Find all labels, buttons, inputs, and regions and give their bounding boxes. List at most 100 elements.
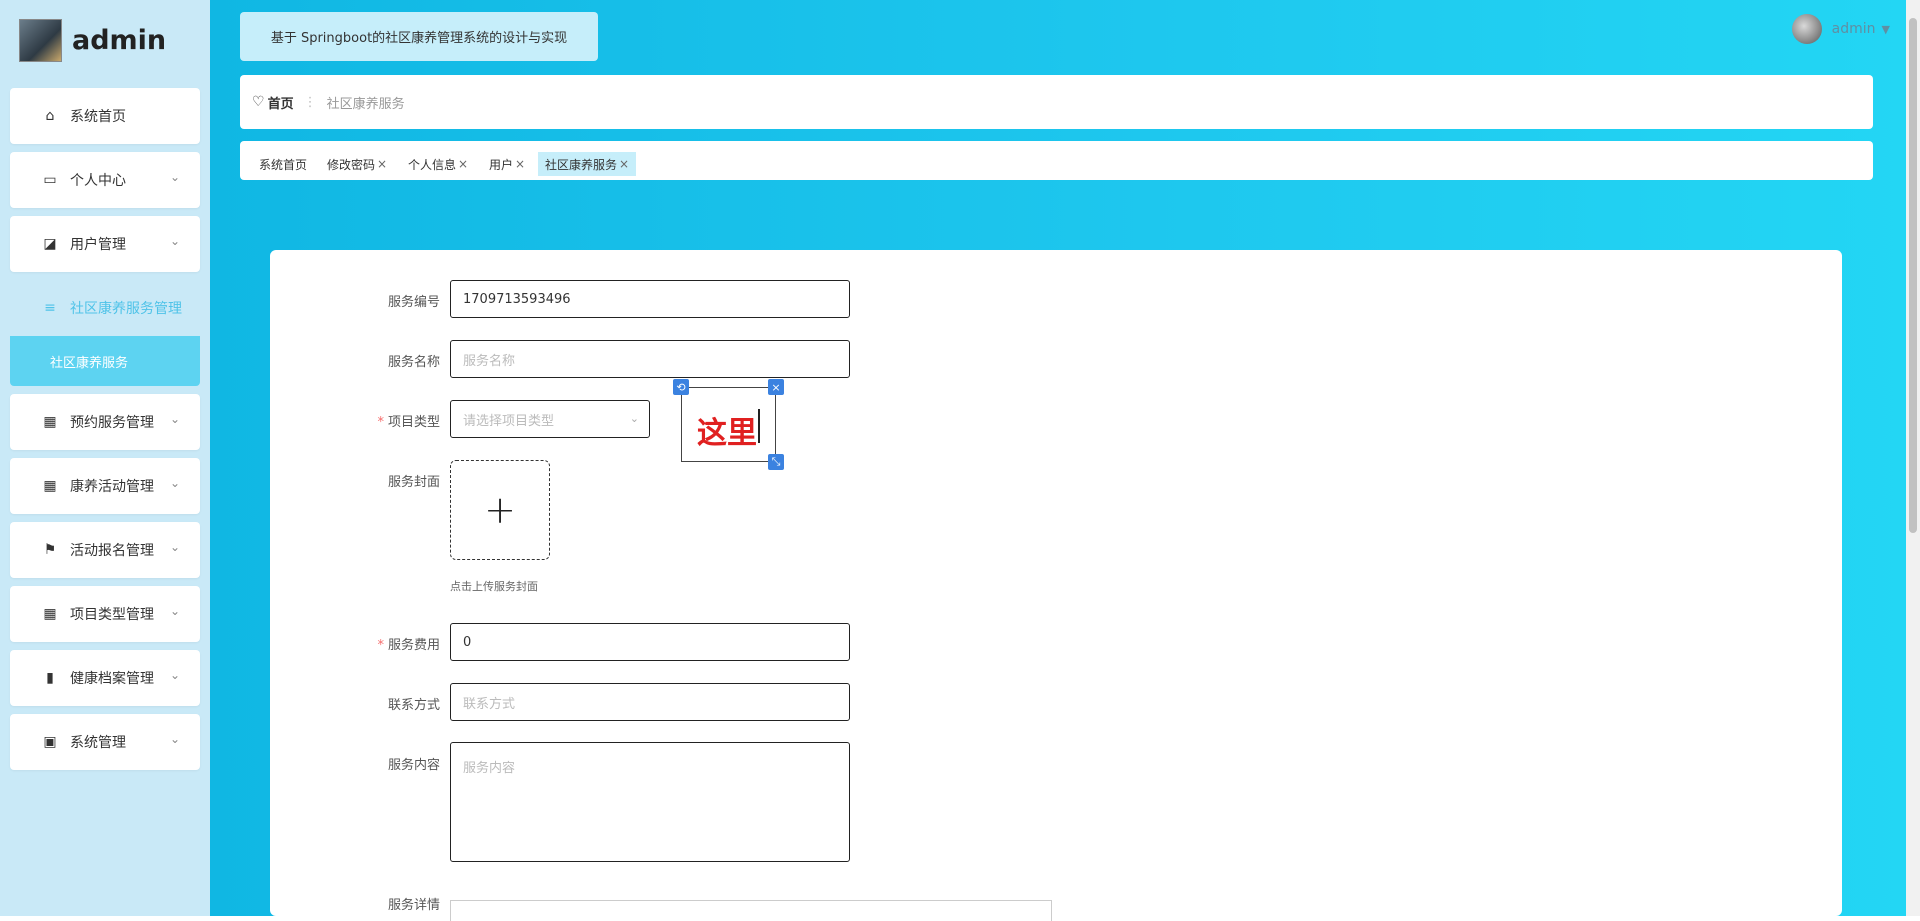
sidebar-item-users[interactable]: ◪ 用户管理 ⌄ <box>10 216 200 272</box>
sidebar-item-system[interactable]: ▣ 系统管理 ⌄ <box>10 714 200 770</box>
tag-home[interactable]: 系统首页 <box>252 152 314 176</box>
home-icon: ⌂ <box>45 108 55 124</box>
user-name: admin <box>1831 21 1876 37</box>
brand-name: admin <box>72 24 167 56</box>
sidebar: admin ⌂ 系统首页 ▭ 个人中心 ⌄ ◪ 用户管理 ⌄ ≡ 社区康养服务管… <box>0 0 210 916</box>
calendar-icon: ▭ <box>43 172 57 188</box>
tag-label: 系统首页 <box>259 157 308 172</box>
avatar <box>1791 14 1822 44</box>
tag-user[interactable]: 用户 × <box>482 152 532 176</box>
clipboard-icon: ▣ <box>43 734 57 750</box>
sliders-icon: ≡ <box>44 300 56 316</box>
sidebar-item-label: 个人中心 <box>70 173 126 189</box>
chevron-down-icon: ⌄ <box>169 170 180 184</box>
brand: admin <box>19 18 167 62</box>
sidebar-item-label: 社区康养服务管理 <box>70 301 182 317</box>
tag-label: 社区康养服务 <box>545 157 618 172</box>
project-type-label: * 项目类型 <box>330 411 440 430</box>
fee-label: * 服务费用 <box>330 634 440 653</box>
grid-icon: ▦ <box>43 606 57 622</box>
scrollbar-thumb[interactable] <box>1909 18 1917 533</box>
chevron-down-icon: ⌄ <box>169 668 180 682</box>
sidebar-item-label: 活动报名管理 <box>70 543 154 559</box>
sidebar-item-project-types[interactable]: ▦ 项目类型管理 ⌄ <box>10 586 200 642</box>
system-title: 基于 Springboot的社区康养管理系统的设计与实现 <box>240 12 598 61</box>
heart-icon: ♡ <box>252 94 265 110</box>
tag-change-password[interactable]: 修改密码 × <box>320 152 394 176</box>
grid-icon: ▦ <box>43 414 57 430</box>
project-type-select[interactable]: 请选择项目类型 ⌄ <box>450 400 650 438</box>
required-mark: * <box>377 415 384 430</box>
chevron-down-icon: ⌄ <box>169 234 180 248</box>
rotate-icon[interactable]: ⟲ <box>673 379 689 395</box>
required-mark: * <box>377 638 384 653</box>
cover-upload[interactable]: + <box>450 460 550 560</box>
tag-label: 用户 <box>489 157 514 172</box>
tag-label: 个人信息 <box>408 157 457 172</box>
content-textarea[interactable]: 服务内容 <box>450 742 850 862</box>
service-no-label: 服务编号 <box>387 295 440 310</box>
fee-input[interactable]: 0 <box>450 623 850 661</box>
caret-down-icon: ▼ <box>1881 22 1890 36</box>
service-form: 服务编号 1709713593496 服务名称 服务名称 * 项目类型 请选择项目… <box>270 250 1842 921</box>
chevron-down-icon: ⌄ <box>169 412 180 426</box>
sidebar-item-label: 预约服务管理 <box>70 415 154 431</box>
sidebar-subitem-label: 社区康养服务 <box>50 355 129 371</box>
project-type-label-text: 项目类型 <box>387 415 440 430</box>
page-scrollbar[interactable] <box>1906 0 1920 916</box>
cover-label: 服务封面 <box>387 475 440 490</box>
tag-personal-info[interactable]: 个人信息 × <box>401 152 475 176</box>
breadcrumb-separator: ⋮ <box>303 94 317 110</box>
sidebar-item-health-records[interactable]: ▮ 健康档案管理 ⌄ <box>10 650 200 706</box>
text-cursor <box>758 409 760 443</box>
flag-icon: ⚑ <box>43 542 57 558</box>
detail-label: 服务详情 <box>387 898 440 913</box>
sidebar-item-label: 系统管理 <box>70 735 126 751</box>
sidebar-item-label: 系统首页 <box>70 109 126 125</box>
resize-icon[interactable]: ⤡ <box>768 454 784 470</box>
chevron-down-icon: ⌄ <box>169 540 180 554</box>
chart-icon: ◪ <box>43 236 57 252</box>
close-icon[interactable]: × <box>458 157 468 171</box>
sidebar-item-home[interactable]: ⌂ 系统首页 <box>10 88 200 144</box>
annotation-text[interactable]: 这里 <box>697 408 757 452</box>
close-icon[interactable]: × <box>619 157 629 171</box>
service-name-label: 服务名称 <box>387 355 440 370</box>
annotation-textbox[interactable]: 这里 ⟲ × ⤡ <box>673 379 784 470</box>
sidebar-item-label: 项目类型管理 <box>70 607 154 623</box>
book-icon: ▮ <box>46 670 54 686</box>
sidebar-item-label: 用户管理 <box>70 237 126 253</box>
user-menu[interactable]: admin ▼ <box>1791 14 1890 44</box>
chevron-down-icon: ⌄ <box>629 412 639 425</box>
detail-editor[interactable] <box>450 900 1052 921</box>
chevron-down-icon: ⌄ <box>169 476 180 490</box>
contact-input[interactable]: 联系方式 <box>450 683 850 721</box>
sidebar-item-activities[interactable]: ▦ 康养活动管理 ⌄ <box>10 458 200 514</box>
tag-community-service[interactable]: 社区康养服务 × <box>538 152 637 176</box>
chevron-down-icon: ⌄ <box>169 604 180 618</box>
service-name-input[interactable]: 服务名称 <box>450 340 850 378</box>
grid-icon: ▦ <box>43 478 57 494</box>
contact-label: 联系方式 <box>387 698 440 713</box>
breadcrumb-current: 社区康养服务 <box>326 96 405 112</box>
close-icon[interactable]: × <box>768 379 784 395</box>
sidebar-item-personal[interactable]: ▭ 个人中心 ⌄ <box>10 152 200 208</box>
logo-avatar <box>19 18 62 62</box>
tag-label: 修改密码 <box>327 157 376 172</box>
breadcrumb: ♡ 首页 ⋮ 社区康养服务 <box>240 75 1873 129</box>
sidebar-item-signup[interactable]: ⚑ 活动报名管理 ⌄ <box>10 522 200 578</box>
close-icon[interactable]: × <box>377 157 387 171</box>
upload-hint: 点击上传服务封面 <box>450 580 538 593</box>
sidebar-subitem-community-service[interactable]: 社区康养服务 <box>10 336 200 386</box>
sidebar-item-label: 康养活动管理 <box>70 479 154 495</box>
service-no-input[interactable]: 1709713593496 <box>450 280 850 318</box>
project-type-placeholder: 请选择项目类型 <box>463 413 555 429</box>
sidebar-item-booking[interactable]: ▦ 预约服务管理 ⌄ <box>10 394 200 450</box>
content-label: 服务内容 <box>387 758 440 773</box>
close-icon[interactable]: × <box>515 157 525 171</box>
fee-label-text: 服务费用 <box>387 638 440 653</box>
breadcrumb-home[interactable]: 首页 <box>268 93 294 112</box>
tags-view: 系统首页 修改密码 × 个人信息 × 用户 × 社区康养服务 × <box>240 141 1873 180</box>
sidebar-item-community-service[interactable]: ≡ 社区康养服务管理 <box>10 280 200 336</box>
main-area: 基于 Springboot的社区康养管理系统的设计与实现 admin ▼ ♡ 首… <box>210 0 1920 921</box>
